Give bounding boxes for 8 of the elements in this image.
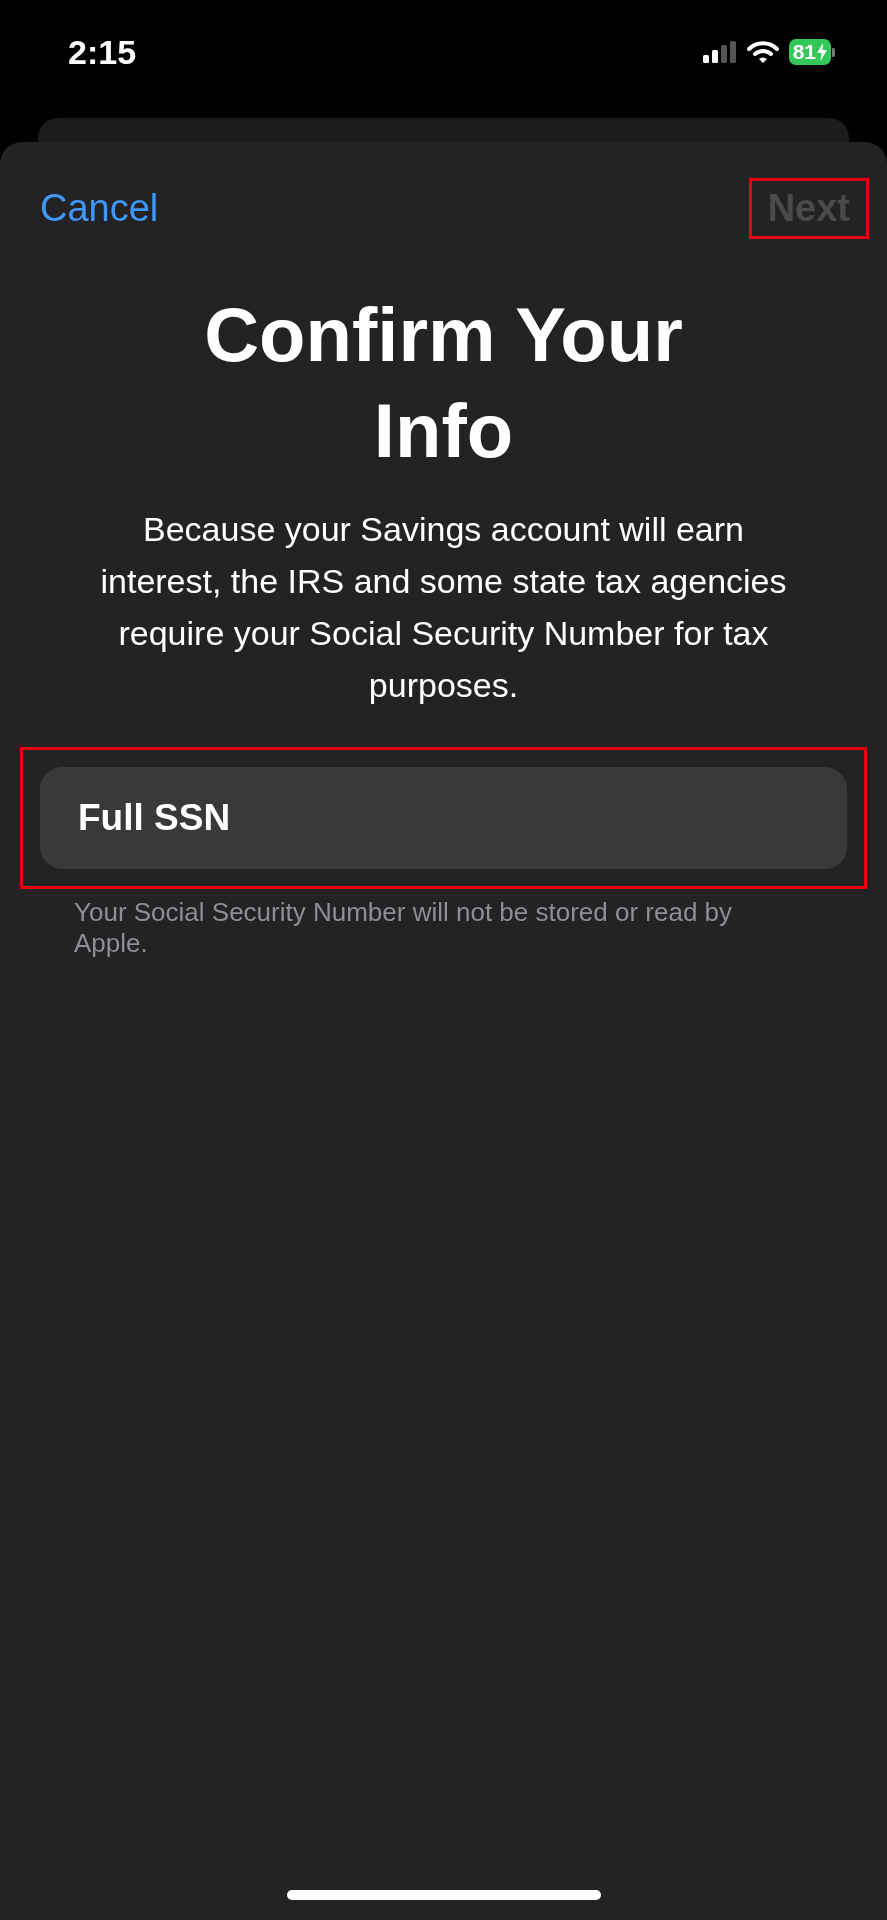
description-text: Because your Savings account will earn interest, the IRS and some state tax agencies require your Social Security Number for tax purposes. <box>99 509 788 706</box>
signal-icon <box>702 41 737 63</box>
page-title: Confirm Your Info <box>203 291 684 475</box>
status-time: 2:15 <box>68 32 137 72</box>
wifi-icon <box>746 40 779 64</box>
ssn-input-field[interactable]: Full SSN <box>40 767 847 869</box>
cancel-button[interactable]: Cancel <box>38 181 161 236</box>
footnote-text: Your Social Security Number will not be stored or read by Apple. <box>74 897 734 959</box>
